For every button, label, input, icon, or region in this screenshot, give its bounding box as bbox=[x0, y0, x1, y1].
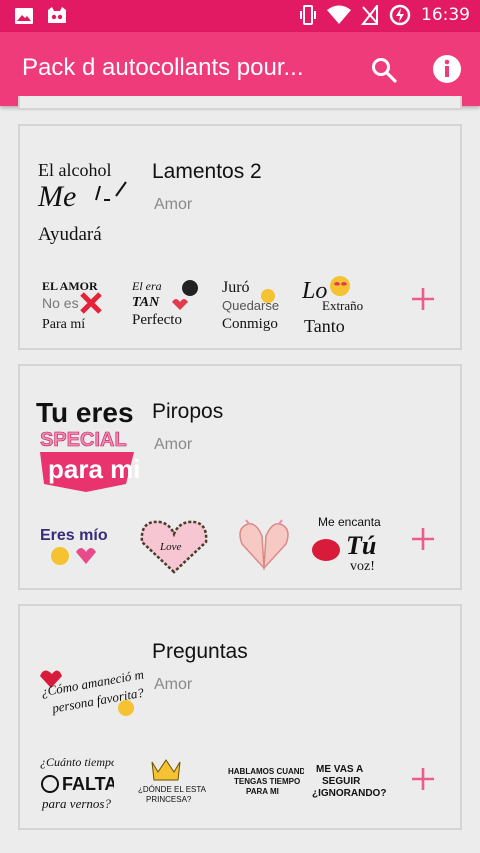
sticker-text: SPECIAL bbox=[40, 429, 127, 451]
sticker-text: SEGUIR bbox=[322, 776, 361, 787]
sticker[interactable]: ME VAS A SEGUIR ¿IGNORANDO? bbox=[310, 754, 390, 816]
sticker-text: Quedarse bbox=[222, 298, 279, 313]
sticker[interactable]: El era TAN Perfecto bbox=[131, 274, 212, 336]
sticker-text: voz! bbox=[350, 559, 375, 574]
sticker-text: ME VAS A bbox=[316, 764, 363, 775]
sticker-text: No es bbox=[42, 295, 79, 311]
sticker-text: Extraño bbox=[322, 298, 363, 313]
pack-card[interactable]: ¿Cómo amaneció mi persona favorita? Preg… bbox=[18, 604, 462, 830]
sticker-text: Tu eres bbox=[36, 397, 134, 428]
add-pack-plus-icon[interactable] bbox=[408, 524, 438, 554]
pack-category: Amor bbox=[154, 196, 193, 213]
sticker-text: Para mí bbox=[42, 317, 85, 332]
sticker[interactable]: Love bbox=[134, 514, 214, 576]
sticker[interactable]: Me encanta Tú voz! bbox=[304, 514, 384, 576]
search-icon[interactable] bbox=[370, 56, 398, 84]
sticker-text: Perfecto bbox=[132, 312, 182, 328]
sticker[interactable]: ¿DÓNDE EL ESTAS PRINCESA? bbox=[126, 754, 211, 816]
clock: 16:39 bbox=[421, 5, 470, 25]
sticker-text: para vernos? bbox=[41, 796, 111, 811]
sticker-text: PRINCESA? bbox=[146, 795, 192, 804]
sticker-text: Eres mío bbox=[40, 527, 108, 544]
previous-card-edge bbox=[18, 96, 462, 110]
pack-name: Piropos bbox=[152, 400, 224, 423]
sticker-text: para mi bbox=[48, 454, 141, 484]
pack-tray-icon: El alcohol Me Ayudará bbox=[34, 156, 144, 246]
sticker-text: Tú bbox=[346, 531, 376, 560]
sticker-tray: Eres mío Love Me encanta Tú voz! bbox=[34, 514, 394, 576]
sticker[interactable]: EL AMOR No es Para mí bbox=[34, 274, 114, 336]
sticker-text: ¿IGNORANDO? bbox=[312, 788, 386, 799]
sticker-text: TAN bbox=[132, 295, 160, 310]
sticker-text: Conmigo bbox=[222, 316, 278, 332]
sticker-text: Ayudará bbox=[38, 224, 102, 245]
app-bar: Pack d autocollants pour... bbox=[0, 32, 480, 106]
sticker-text: Me bbox=[37, 180, 76, 213]
image-icon bbox=[14, 6, 34, 26]
sticker-text: HABLAMOS CUANDO bbox=[228, 767, 304, 776]
sticker[interactable] bbox=[224, 514, 304, 576]
sticker[interactable]: Lo Extraño Tanto bbox=[301, 274, 382, 336]
pack-tray-icon: Tu eres SPECIAL para mi bbox=[34, 396, 144, 492]
info-icon[interactable] bbox=[432, 54, 462, 84]
sticker-tray: ¿Cuánto tiempo FALTA para vernos? ¿DÓNDE… bbox=[34, 754, 394, 816]
sticker[interactable]: Eres mío bbox=[34, 514, 114, 576]
pack-category: Amor bbox=[154, 676, 193, 693]
status-bar: 16:39 bbox=[0, 0, 480, 32]
pack-card[interactable]: El alcohol Me Ayudará Lamentos 2 Amor EL… bbox=[18, 124, 462, 350]
pack-name: Lamentos 2 bbox=[152, 160, 262, 183]
page-title: Pack d autocollants pour... bbox=[22, 54, 304, 81]
sticker-text: Me encanta bbox=[318, 515, 381, 529]
battery-saver-icon bbox=[389, 4, 411, 26]
sticker-tray: EL AMOR No es Para mí El era TAN Perfect… bbox=[34, 274, 394, 336]
no-sim-icon bbox=[361, 5, 379, 25]
sticker-text: Love bbox=[159, 541, 182, 553]
sticker-text: Tanto bbox=[304, 316, 345, 336]
sticker[interactable]: Juró Quedarse Conmigo bbox=[220, 274, 300, 336]
pack-tray-icon: ¿Cómo amaneció mi persona favorita? bbox=[34, 636, 149, 726]
sticker-text: Juró bbox=[222, 279, 250, 296]
pack-name: Preguntas bbox=[152, 640, 248, 663]
sticker[interactable]: HABLAMOS CUANDO TENGAS TIEMPO PARA MI bbox=[224, 754, 312, 816]
sticker-text: ¿DÓNDE EL ESTAS bbox=[138, 785, 206, 794]
pack-card[interactable]: Tu eres SPECIAL para mi Piropos Amor Ere… bbox=[18, 364, 462, 590]
sticker-text: FALTA bbox=[62, 774, 114, 794]
cat-icon bbox=[46, 6, 68, 26]
sticker-text: El alcohol bbox=[38, 160, 111, 180]
wifi-icon bbox=[327, 5, 351, 25]
sticker-text: El era bbox=[132, 279, 162, 293]
sticker-text: TENGAS TIEMPO bbox=[234, 777, 300, 786]
sticker-text: PARA MI bbox=[246, 787, 279, 796]
pack-category: Amor bbox=[154, 436, 193, 453]
vibrate-icon bbox=[299, 4, 317, 26]
add-pack-plus-icon[interactable] bbox=[408, 764, 438, 794]
sticker[interactable]: ¿Cuánto tiempo FALTA para vernos? bbox=[34, 754, 117, 816]
sticker-text: ¿Cuánto tiempo bbox=[40, 755, 114, 769]
sticker-text: EL AMOR bbox=[42, 279, 98, 293]
add-pack-plus-icon[interactable] bbox=[408, 284, 438, 314]
